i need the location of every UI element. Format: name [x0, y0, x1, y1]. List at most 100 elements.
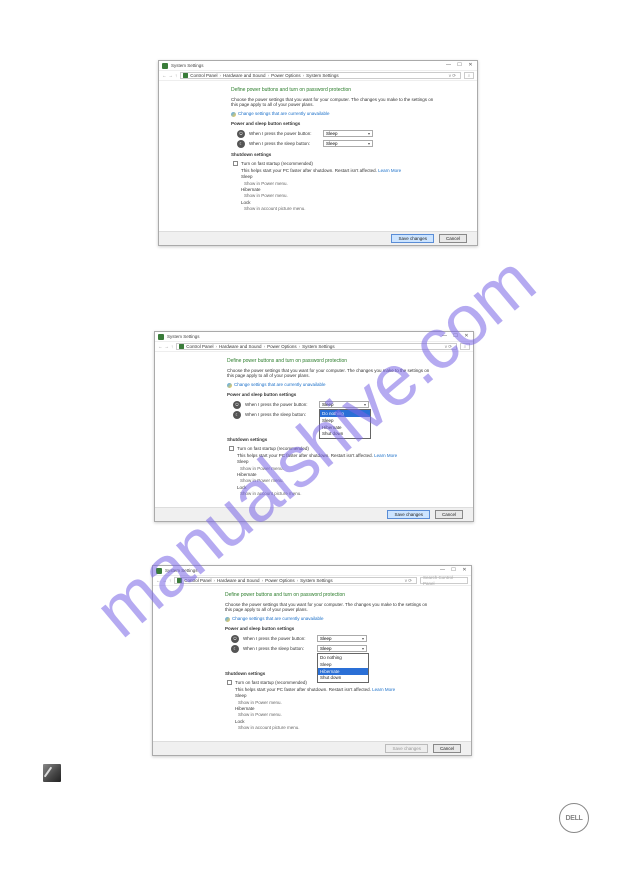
option-sleep-sub: Show in Power menu. [240, 466, 473, 472]
up-button[interactable]: ↑ [175, 73, 177, 79]
change-settings-link[interactable]: Change settings that are currently unava… [238, 111, 330, 116]
fast-startup-help: This helps start your PC faster after sh… [237, 453, 373, 458]
up-button[interactable]: ↑ [169, 578, 171, 584]
sleep-button-label: When I press the sleep button: [243, 646, 313, 652]
fast-startup-label: Turn on fast startup (recommended) [241, 161, 313, 167]
change-settings-link[interactable]: Change settings that are currently unava… [234, 382, 326, 387]
save-changes-button[interactable]: Save changes [387, 510, 430, 520]
dropdown-option[interactable]: Do nothing [318, 654, 368, 661]
option-sleep: Sleep [241, 174, 477, 180]
breadcrumb-item[interactable]: Control Panel [190, 73, 217, 79]
minimize-button[interactable]: — [445, 63, 452, 69]
dropdown-option[interactable]: Shut down [318, 675, 368, 682]
nav-bar: ← → ↑ Control Panel› Hardware and Sound›… [153, 576, 471, 586]
breadcrumb-item[interactable]: Hardware and Sound [217, 578, 260, 584]
dropdown-option[interactable]: Hibernate [320, 424, 370, 431]
maximize-button[interactable]: ☐ [450, 568, 457, 574]
close-button[interactable]: ✕ [461, 568, 468, 574]
dropdown-option[interactable]: Shut down [320, 431, 370, 438]
sleep-button-label: When I press the sleep button: [249, 141, 319, 147]
power-dropdown-list: Do nothing Sleep Hibernate Shut down [319, 409, 371, 438]
address-refresh[interactable]: v ⟳ [449, 73, 458, 79]
page-heading: Define power buttons and turn on passwor… [225, 592, 471, 599]
sleep-button-dropdown[interactable]: Sleep▾ [323, 140, 373, 147]
option-lock-sub: Show in account picture menu. [238, 725, 471, 731]
window-title: System Settings [171, 63, 445, 69]
fast-startup-help: This helps start your PC faster after sh… [241, 168, 377, 173]
learn-more-link[interactable]: Learn More [372, 687, 395, 692]
breadcrumb-item[interactable]: Power Options [267, 344, 297, 350]
power-icon: ⏻ [231, 635, 239, 643]
dropdown-option[interactable]: Do nothing [320, 410, 370, 417]
breadcrumb-item[interactable]: System Settings [306, 73, 339, 79]
nav-bar: ← → ↑ Control Panel› Hardware and Sound›… [159, 71, 477, 81]
button-bar: Save changes Cancel [153, 741, 471, 755]
cancel-button[interactable]: Cancel [433, 744, 461, 754]
window-icon [156, 568, 162, 574]
address-icon [183, 73, 188, 78]
chevron-down-icon: ▾ [364, 402, 366, 407]
breadcrumb-item[interactable]: System Settings [302, 344, 335, 350]
power-button-dropdown[interactable]: Sleep▾ Do nothing Sleep Hibernate Shut d… [319, 401, 369, 408]
back-button[interactable]: ← [162, 73, 167, 79]
page-description: Choose the power settings that you want … [227, 368, 437, 380]
close-button[interactable]: ✕ [467, 63, 474, 69]
fast-startup-checkbox[interactable] [229, 446, 234, 451]
learn-more-link[interactable]: Learn More [374, 453, 397, 458]
window-icon [158, 334, 164, 340]
address-bar[interactable]: Control Panel› Hardware and Sound› Power… [176, 343, 457, 350]
back-button[interactable]: ← [158, 344, 163, 350]
content-area: Define power buttons and turn on passwor… [155, 352, 473, 507]
power-button-dropdown[interactable]: Sleep▾ [323, 130, 373, 137]
fast-startup-checkbox[interactable] [233, 161, 238, 166]
address-refresh[interactable]: v ⟳ [445, 344, 454, 350]
breadcrumb-item[interactable]: Power Options [271, 73, 301, 79]
system-settings-window-1: System Settings — ☐ ✕ ← → ↑ Control Pane… [158, 60, 478, 246]
minimize-button[interactable]: — [441, 334, 448, 340]
sleep-button-label: When I press the sleep button: [245, 412, 315, 418]
cancel-button[interactable]: Cancel [435, 510, 463, 520]
power-button-label: When I press the power button: [245, 402, 315, 408]
save-changes-button[interactable]: Save changes [385, 744, 428, 754]
fast-startup-checkbox[interactable] [227, 680, 232, 685]
power-button-label: When I press the power button: [243, 636, 313, 642]
option-hibernate: Hibernate [241, 187, 477, 193]
search-input[interactable]: ⌕ [464, 72, 474, 79]
sleep-dropdown-list: Do nothing Sleep Hibernate Shut down [317, 653, 369, 682]
forward-button[interactable]: → [169, 73, 174, 79]
dropdown-option[interactable]: Hibernate [318, 668, 368, 675]
address-bar[interactable]: Control Panel› Hardware and Sound› Power… [180, 72, 461, 79]
button-bar: Save changes Cancel [155, 507, 473, 521]
forward-button[interactable]: → [163, 578, 168, 584]
address-refresh[interactable]: v ⟳ [405, 578, 414, 584]
maximize-button[interactable]: ☐ [452, 334, 459, 340]
dropdown-option[interactable]: Sleep [320, 417, 370, 424]
dropdown-option[interactable]: Sleep [318, 661, 368, 668]
option-lock: Lock [237, 485, 473, 491]
sleep-button-dropdown[interactable]: Sleep▾ Do nothing Sleep Hibernate Shut d… [317, 645, 367, 652]
breadcrumb-item[interactable]: Hardware and Sound [219, 344, 262, 350]
close-button[interactable]: ✕ [463, 334, 470, 340]
maximize-button[interactable]: ☐ [456, 63, 463, 69]
search-input[interactable]: ⌕ [460, 343, 470, 350]
breadcrumb-item[interactable]: Hardware and Sound [223, 73, 266, 79]
forward-button[interactable]: → [165, 344, 170, 350]
change-settings-link[interactable]: Change settings that are currently unava… [232, 616, 324, 621]
window-title: System Settings [167, 334, 441, 340]
back-button[interactable]: ← [156, 578, 161, 584]
address-bar[interactable]: Control Panel› Hardware and Sound› Power… [174, 577, 417, 584]
breadcrumb-item[interactable]: Power Options [265, 578, 295, 584]
breadcrumb-item[interactable]: System Settings [300, 578, 333, 584]
up-button[interactable]: ↑ [171, 344, 173, 350]
search-input[interactable]: Search Control Panel [420, 577, 468, 584]
chevron-down-icon: ▾ [368, 131, 370, 136]
breadcrumb-item[interactable]: Control Panel [184, 578, 211, 584]
breadcrumb-item[interactable]: Control Panel [186, 344, 213, 350]
cancel-button[interactable]: Cancel [439, 234, 467, 244]
learn-more-link[interactable]: Learn More [378, 168, 401, 173]
chevron-down-icon: ▾ [368, 141, 370, 146]
titlebar: System Settings — ☐ ✕ [159, 61, 477, 71]
save-changes-button[interactable]: Save changes [391, 234, 434, 244]
power-button-dropdown[interactable]: Sleep▾ [317, 635, 367, 642]
minimize-button[interactable]: — [439, 568, 446, 574]
